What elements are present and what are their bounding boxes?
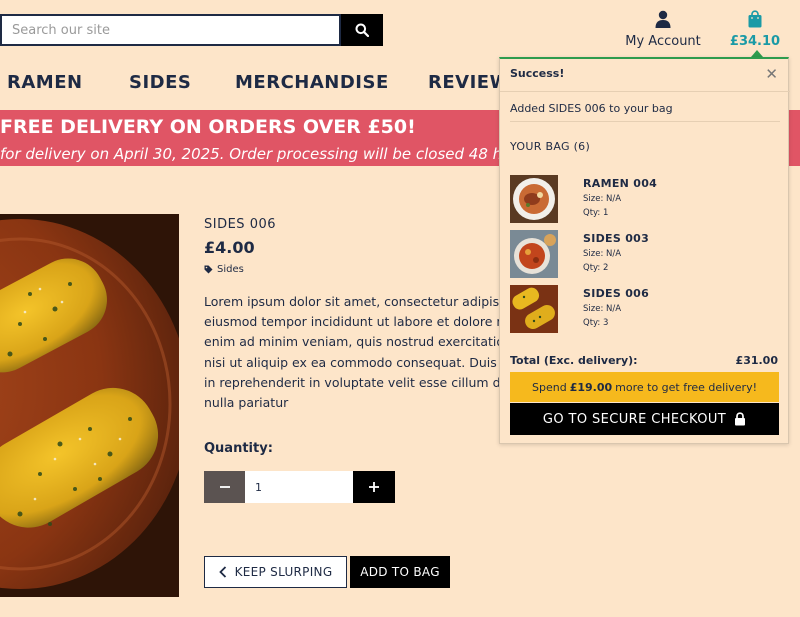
search-input[interactable] [0, 14, 341, 46]
bag-total-label: Total (Exc. delivery): [510, 354, 638, 367]
bag-title: YOUR BAG (6) [510, 140, 591, 153]
bag-item-thumbnail [510, 285, 558, 333]
description-line: nulla pariatur [204, 395, 289, 411]
bag-item-name: SIDES 006 [583, 287, 650, 300]
bag-item[interactable]: RAMEN 004 Size: N/A Qty: 1 [510, 175, 780, 225]
shopping-bag-icon [748, 10, 762, 28]
popup-caret [751, 50, 763, 57]
spend-amount: £19.00 [569, 380, 613, 394]
product-price: £4.00 [204, 238, 255, 257]
spend-suffix: more to get free delivery! [615, 380, 757, 394]
popup-success-title: Success! [510, 67, 565, 80]
bag-item-name: SIDES 003 [583, 232, 650, 245]
description-line: eiusmod tempor incididunt ut labore et d… [204, 314, 500, 330]
quantity-increase-button[interactable] [353, 471, 395, 503]
divider [500, 91, 790, 92]
popup-message: Added SIDES 006 to your bag [510, 102, 673, 115]
divider [510, 121, 780, 122]
product-tag[interactable]: Sides [204, 264, 244, 275]
nav-item-ramen[interactable]: RAMEN [7, 72, 83, 93]
bag-item-qty: Qty: 2 [583, 263, 609, 273]
bag-item-size: Size: N/A [583, 249, 622, 259]
product-image [0, 214, 179, 597]
bag-item-name: RAMEN 004 [583, 177, 658, 190]
secure-checkout-label: GO TO SECURE CHECKOUT [542, 411, 727, 427]
bag-total-value: £31.00 [735, 354, 778, 367]
plus-icon [369, 482, 379, 492]
banner-title: FREE DELIVERY ON ORDERS OVER £50! [0, 116, 416, 138]
quantity-stepper [204, 471, 395, 503]
nav-item-merchandise[interactable]: MERCHANDISE [235, 72, 389, 93]
search-icon [355, 23, 369, 37]
product-name: SIDES 006 [204, 217, 277, 232]
chevron-left-icon [218, 566, 226, 578]
product-description: Lorem ipsum dolor sit amet, consectetur … [204, 292, 500, 413]
free-delivery-notice: Spend £19.00 more to get free delivery! [510, 372, 779, 402]
description-line: enim ad minim veniam, quis nostrud exerc… [204, 334, 500, 350]
my-account-label: My Account [625, 34, 701, 49]
keep-slurping-label: KEEP SLURPING [234, 565, 333, 579]
description-line: Lorem ipsum dolor sit amet, consectetur … [204, 294, 500, 309]
minus-icon [219, 486, 230, 488]
spend-prefix: Spend [532, 380, 567, 394]
bag-total: £34.10 [729, 34, 781, 49]
tag-icon [204, 265, 213, 274]
close-button[interactable]: ✕ [765, 65, 778, 83]
banner-subtitle: for delivery on April 30, 2025. Order pr… [0, 145, 575, 163]
bag-item-thumbnail [510, 230, 558, 278]
bag-item-size: Size: N/A [583, 304, 622, 314]
quantity-decrease-button[interactable] [204, 471, 245, 503]
quantity-input[interactable] [245, 471, 353, 503]
bag-popup: Success! ✕ Added SIDES 006 to your bag Y… [499, 57, 790, 444]
description-line: nisi ut aliquip ex ea commodo consequat.… [204, 354, 500, 370]
add-to-bag-button[interactable]: ADD TO BAG [350, 556, 450, 588]
product-tag-label: Sides [217, 264, 244, 275]
lock-icon [735, 412, 746, 426]
user-icon [655, 10, 671, 28]
bag-item[interactable]: SIDES 003 Size: N/A Qty: 2 [510, 230, 780, 280]
bag-item-qty: Qty: 3 [583, 318, 609, 328]
bag-item[interactable]: SIDES 006 Size: N/A Qty: 3 [510, 285, 780, 335]
keep-slurping-button[interactable]: KEEP SLURPING [204, 556, 347, 588]
nav-item-sides[interactable]: SIDES [129, 72, 191, 93]
close-icon: ✕ [765, 65, 778, 83]
search-button[interactable] [341, 14, 383, 46]
add-to-bag-label: ADD TO BAG [360, 565, 440, 579]
my-account-link[interactable]: My Account [622, 10, 704, 49]
search-bar [0, 14, 383, 46]
quantity-label: Quantity: [204, 441, 273, 456]
shopping-bag-link[interactable]: £34.10 [728, 10, 782, 49]
description-line: in reprehenderit in voluptate velit esse… [204, 374, 500, 390]
bag-item-qty: Qty: 1 [583, 208, 609, 218]
bag-item-size: Size: N/A [583, 194, 622, 204]
bag-item-thumbnail [510, 175, 558, 223]
secure-checkout-button[interactable]: GO TO SECURE CHECKOUT [510, 403, 779, 435]
